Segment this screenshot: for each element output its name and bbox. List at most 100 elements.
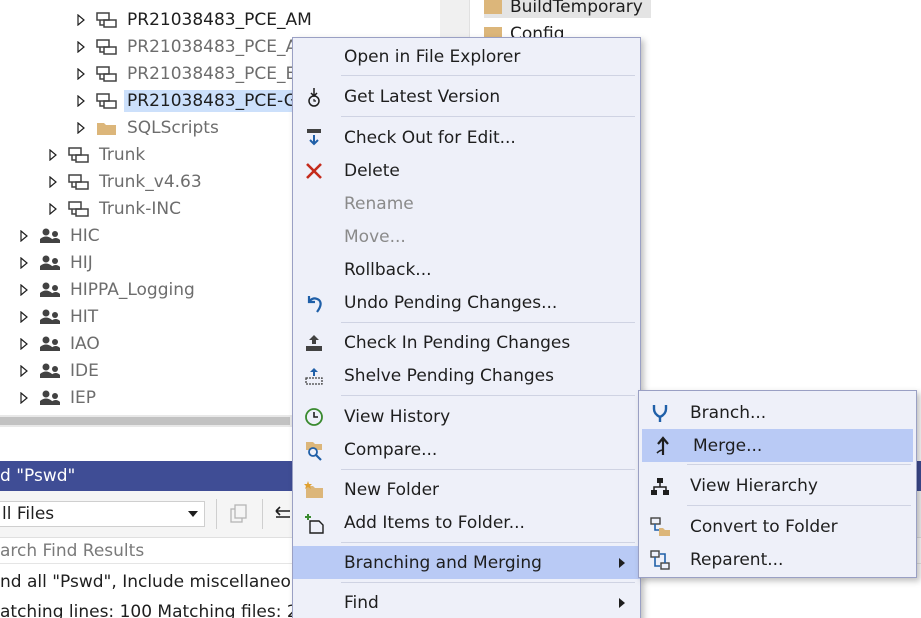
menu-item-get-latest-version[interactable]: Get Latest Version	[293, 80, 640, 113]
menu-item-branching-and-merging[interactable]: Branching and Merging	[293, 546, 640, 579]
tree-item-label: PR21038483_PCE_AP	[127, 36, 308, 57]
expand-arrow-icon[interactable]	[19, 229, 29, 242]
tree-item-hij[interactable]: HIJ	[19, 249, 96, 276]
menu-item-label: Add Items to Folder...	[344, 512, 525, 533]
tree-item-hic[interactable]: HIC	[19, 222, 103, 249]
menu-item-add-items-to-folder[interactable]: Add Items to Folder...	[293, 506, 640, 539]
menu-item-check-in-pending-changes[interactable]: Check In Pending Changes	[293, 326, 640, 359]
menu-item-label: Rollback...	[344, 259, 432, 280]
tree-item-pce-gh[interactable]: PR21038483_PCE-GH	[76, 87, 313, 114]
tree-item-hit[interactable]: HIT	[19, 303, 101, 330]
tree-item-label: PR21038483_PCE-GH	[124, 89, 313, 112]
tree-item-sqlscripts[interactable]: SQLScripts	[76, 114, 222, 141]
menu-item-label: Get Latest Version	[344, 86, 501, 107]
branch-icon	[68, 172, 90, 192]
branch-icon	[68, 199, 90, 219]
tree-item-iao[interactable]: IAO	[19, 330, 103, 357]
new-folder-icon	[303, 479, 325, 501]
scope-dropdown[interactable]: ll Files	[0, 501, 205, 527]
expand-arrow-icon[interactable]	[76, 121, 86, 134]
team-project-icon	[39, 307, 61, 327]
menu-item-branch[interactable]: Branch...	[639, 396, 916, 429]
team-project-icon	[39, 253, 61, 273]
result-line[interactable]: atching lines: 100 Matching files: 23 T	[0, 599, 324, 618]
tree-item-trunk[interactable]: Trunk	[48, 141, 148, 168]
expand-arrow-icon[interactable]	[76, 13, 86, 26]
scrollbar-thumb[interactable]	[0, 417, 290, 425]
tree-item-pce-am[interactable]: PR21038483_PCE_AM	[76, 6, 315, 33]
menu-item-label: Move...	[344, 226, 406, 247]
tree-item-pce-ap[interactable]: PR21038483_PCE_AP	[76, 33, 310, 60]
menu-item-reparent[interactable]: Reparent...	[639, 543, 916, 576]
expand-arrow-icon[interactable]	[76, 40, 86, 53]
menu-item-view-history[interactable]: View History	[293, 400, 640, 433]
copy-icon[interactable]	[228, 503, 250, 525]
team-project-icon	[39, 334, 61, 354]
branch-icon	[96, 91, 118, 111]
menu-item-delete[interactable]: Delete	[293, 154, 640, 187]
reparent-icon	[649, 549, 671, 571]
branch-icon	[96, 10, 118, 30]
tree-item-hippa-logging[interactable]: HIPPA_Logging	[19, 276, 198, 303]
search-placeholder: arch Find Results	[0, 540, 145, 561]
chevron-right-icon	[619, 598, 625, 608]
tree-item-trunk-inc[interactable]: Trunk-INC	[48, 195, 184, 222]
branch-icon	[96, 37, 118, 57]
expand-arrow-icon[interactable]	[19, 283, 29, 296]
menu-separator	[687, 505, 911, 506]
expand-arrow-icon[interactable]	[76, 94, 86, 107]
expand-arrow-icon[interactable]	[19, 364, 29, 377]
menu-item-view-hierarchy[interactable]: View Hierarchy	[639, 469, 916, 502]
menu-item-move: Move...	[293, 220, 640, 253]
menu-item-label: Rename	[344, 193, 414, 214]
file-item-buildtemporary[interactable]: BuildTemporary	[484, 0, 651, 18]
branch-icon	[68, 145, 90, 165]
expand-arrow-icon[interactable]	[19, 391, 29, 404]
menu-item-label: View Hierarchy	[690, 475, 818, 496]
go-to-location-icon[interactable]	[272, 503, 294, 525]
menu-item-open-in-file-explorer[interactable]: Open in File Explorer	[293, 40, 640, 73]
menu-item-merge[interactable]: Merge...	[642, 429, 913, 462]
menu-item-rename: Rename	[293, 187, 640, 220]
menu-item-label: Check Out for Edit...	[344, 127, 516, 148]
menu-item-shelve-pending-changes[interactable]: Shelve Pending Changes	[293, 359, 640, 392]
tree-item-label: HIPPA_Logging	[70, 279, 195, 300]
tree-item-label: HIJ	[70, 252, 93, 273]
menu-item-label: Reparent...	[690, 549, 784, 570]
menu-item-undo-pending-changes[interactable]: Undo Pending Changes...	[293, 286, 640, 319]
menu-item-convert-to-folder[interactable]: Convert to Folder	[639, 510, 916, 543]
menu-item-label: Compare...	[344, 439, 438, 460]
menu-item-rollback[interactable]: Rollback...	[293, 253, 640, 286]
shelve-icon	[303, 365, 325, 387]
menu-item-find[interactable]: Find	[293, 586, 640, 618]
expand-arrow-icon[interactable]	[76, 67, 86, 80]
expand-arrow-icon[interactable]	[48, 148, 58, 161]
tree-item-trunk-v463[interactable]: Trunk_v4.63	[48, 168, 205, 195]
menu-separator	[341, 469, 635, 470]
menu-separator	[341, 395, 635, 396]
menu-item-label: Shelve Pending Changes	[344, 365, 554, 386]
tree-item-iep[interactable]: IEP	[19, 384, 99, 411]
expand-arrow-icon[interactable]	[19, 256, 29, 269]
menu-item-label: Open in File Explorer	[344, 46, 521, 67]
expand-arrow-icon[interactable]	[48, 202, 58, 215]
branch-action-icon	[649, 402, 671, 424]
menu-item-label: Check In Pending Changes	[344, 332, 571, 353]
context-menu: Open in File Explorer Get Latest Version…	[292, 37, 641, 618]
menu-item-check-out-for-edit[interactable]: Check Out for Edit...	[293, 121, 640, 154]
expand-arrow-icon[interactable]	[48, 175, 58, 188]
menu-item-compare[interactable]: Compare...	[293, 433, 640, 466]
tree-item-pce-edm[interactable]: PR21038483_PCE_EdM	[76, 60, 325, 87]
tree-item-label: IEP	[70, 387, 97, 408]
convert-folder-icon	[649, 516, 671, 538]
result-line[interactable]: nd all "Pswd", Include miscellaneous f	[0, 569, 322, 595]
team-project-icon	[39, 388, 61, 408]
expand-arrow-icon[interactable]	[19, 310, 29, 323]
menu-separator	[687, 464, 911, 465]
expand-arrow-icon[interactable]	[19, 337, 29, 350]
menu-item-new-folder[interactable]: New Folder	[293, 473, 640, 506]
file-item-label: BuildTemporary	[510, 0, 643, 17]
delete-icon	[303, 160, 325, 182]
tree-item-ide[interactable]: IDE	[19, 357, 102, 384]
hierarchy-icon	[649, 475, 671, 497]
